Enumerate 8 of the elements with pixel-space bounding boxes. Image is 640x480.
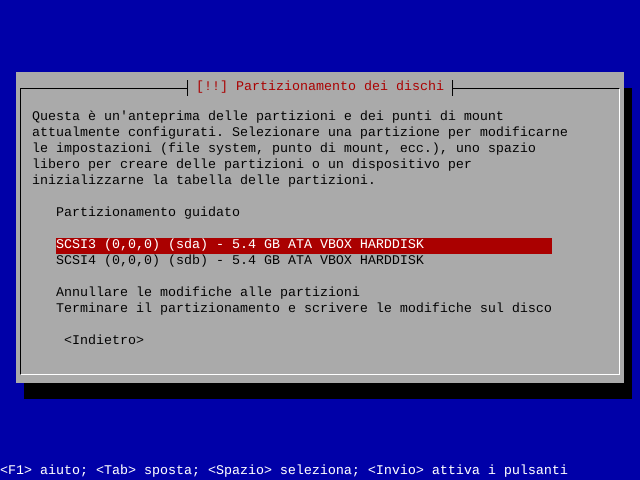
help-line: <F1> aiuto; <Tab> sposta; <Spazio> seleziona; <Invio> attiva i pulsanti bbox=[0, 464, 568, 480]
menu-item[interactable]: Annullare le modifiche alle partizioni bbox=[56, 286, 552, 302]
menu-item[interactable]: SCSI4 (0,0,0) (sdb) - 5.4 GB ATA VBOX HARDDISK bbox=[56, 254, 552, 270]
menu-item[interactable]: Partizionamento guidato bbox=[56, 206, 552, 222]
menu-item[interactable]: SCSI3 (0,0,0) (sda) - 5.4 GB ATA VBOX HARDDISK bbox=[56, 238, 552, 254]
description-text: Questa è un'anteprima delle partizioni e dei punti di mount attualmente configurati. Selezionare una partizione per modificarne le impostazioni (file system, punto di mount, ecc.), uno spazio libero per creare delle partizioni o un dispositivo per inizializzarne la tabella delle partizioni. bbox=[32, 110, 569, 190]
menu-item[interactable]: Terminare il partizionamento e scrivere le modifiche sul disco bbox=[56, 302, 552, 318]
dialog-title: [!!] Partizionamento dei dischi bbox=[187, 80, 453, 96]
